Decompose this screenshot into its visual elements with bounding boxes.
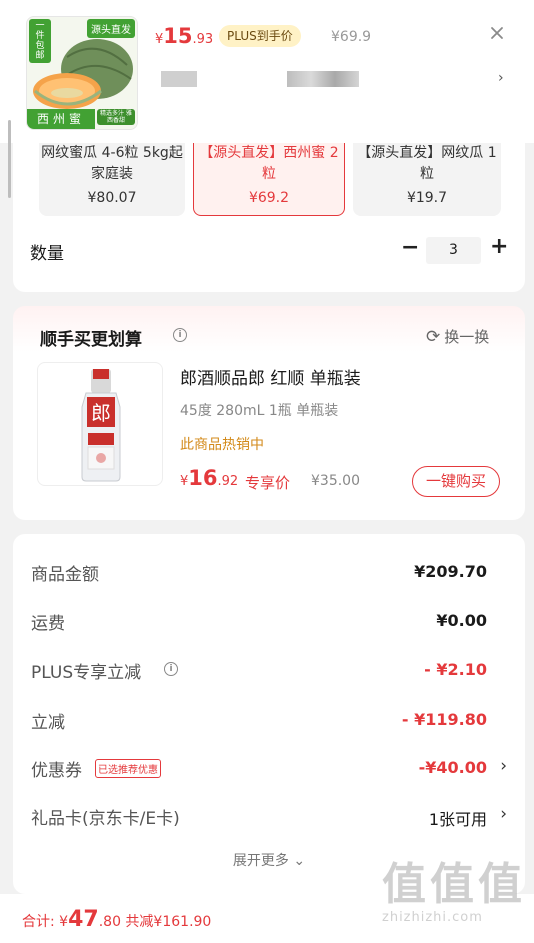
summary-label: 商品金额 xyxy=(31,565,99,585)
total-symbol: ¥ xyxy=(59,914,69,930)
price-integer: 15 xyxy=(163,24,193,48)
summary-value: ¥0.00 xyxy=(436,611,487,630)
total-price: 合计: ¥47.80 共减¥161.90 xyxy=(22,907,211,932)
summary-label: 运费 xyxy=(31,614,65,634)
product-thumbnail[interactable]: 一件包邮 源头直发 西州蜜 精选多汁 雅西香甜 xyxy=(26,16,138,130)
price-decimal: .92 xyxy=(217,474,239,489)
quantity-plus-button[interactable]: + xyxy=(490,235,508,259)
recommendation-card: 顺手买更划算 i ⟳ 换一换 郎 郎酒顺品郎 红顺 单瓶装 45度 280mL 1… xyxy=(13,306,525,520)
thumb-product-name: 西州蜜 xyxy=(27,109,95,129)
chevron-right-icon[interactable]: › xyxy=(500,756,507,776)
variant-price: ¥69.2 xyxy=(248,190,290,206)
swap-label: 换一换 xyxy=(444,328,490,346)
variant-selector: 网纹蜜瓜 4-6粒 5kg起 家庭装 ¥80.07 【源头直发】西州蜜 2粒 ¥… xyxy=(13,143,525,292)
summary-row-goods-amount: 商品金额 ¥209.70 xyxy=(13,560,525,585)
quantity-label: 数量 xyxy=(30,244,64,264)
product-header: 一件包邮 源头直发 西州蜜 精选多汁 雅西香甜 ¥15.93 PLUS到手价 ¥… xyxy=(0,0,534,198)
summary-row-shipping: 运费 ¥0.00 xyxy=(13,609,525,634)
svg-text:郎: 郎 xyxy=(91,401,111,425)
price-summary: 商品金额 ¥209.70 运费 ¥0.00 PLUS专享立减 i - ¥2.10… xyxy=(13,534,525,894)
summary-value: ¥209.70 xyxy=(414,562,487,581)
summary-value: -¥40.00 xyxy=(418,758,487,777)
quantity-minus-button[interactable]: − xyxy=(401,236,419,260)
source-direct-tag: 源头直发 xyxy=(87,19,135,38)
variant-option[interactable]: 网纹蜜瓜 4-6粒 5kg起 家庭装 ¥80.07 xyxy=(39,143,185,216)
original-price: ¥69.9 xyxy=(331,29,372,45)
variant-price: ¥19.7 xyxy=(406,190,448,206)
exclusive-price-tag: 专享价 xyxy=(245,474,291,492)
product-name[interactable]: 郎酒顺品郎 红顺 单瓶装 xyxy=(180,364,361,389)
recommended-coupon-badge: 已选推荐优惠 xyxy=(95,759,161,778)
swap-button[interactable]: ⟳ 换一换 xyxy=(426,326,489,347)
price-integer: 16 xyxy=(188,466,218,490)
total-integer: 47 xyxy=(68,907,99,932)
summary-row-instant-discount: 立减 - ¥119.80 xyxy=(13,708,525,733)
summary-row-gift-card[interactable]: 礼品卡(京东卡/E卡) 1张可用 › xyxy=(13,804,525,829)
summary-label: PLUS专享立减 xyxy=(31,663,142,683)
summary-value: 1张可用 xyxy=(428,810,487,829)
chevron-down-icon: ⌄ xyxy=(293,853,306,869)
plus-price-badge: PLUS到手价 xyxy=(219,25,301,47)
price-decimal: .93 xyxy=(192,32,214,47)
blurred-spec-right xyxy=(287,71,359,87)
total-label: 合计: xyxy=(22,914,60,930)
variant-title: 【源头直发】西州蜜 2粒 xyxy=(199,145,339,182)
summary-label: 优惠券 xyxy=(31,761,82,781)
refresh-icon: ⟳ xyxy=(426,327,441,347)
thumb-sub-badge: 精选多汁 雅西香甜 xyxy=(97,109,135,125)
info-icon[interactable]: i xyxy=(173,328,187,342)
summary-value: - ¥119.80 xyxy=(401,710,487,729)
total-decimal: .80 xyxy=(98,914,121,930)
hot-sale-label: 此商品热销中 xyxy=(180,437,264,453)
chevron-right-icon[interactable]: › xyxy=(500,804,507,824)
current-price: ¥15.93 xyxy=(155,24,213,48)
watermark-glyphs: 值值值 xyxy=(382,859,526,910)
total-saved: 共减¥161.90 xyxy=(120,914,212,930)
watermark-url: zhizhizhi.com xyxy=(382,910,483,925)
info-icon[interactable]: i xyxy=(164,662,178,676)
product-price: ¥16.92 xyxy=(180,466,238,490)
variant-option-selected[interactable]: 【源头直发】西州蜜 2粒 ¥69.2 xyxy=(193,143,345,216)
summary-value: - ¥2.10 xyxy=(424,660,487,679)
product-spec: 45度 280mL 1瓶 单瓶装 xyxy=(180,403,339,419)
liquor-bottle-image: 郎 xyxy=(81,369,121,482)
free-shipping-tag: 一件包邮 xyxy=(29,19,51,63)
variant-price: ¥80.07 xyxy=(87,190,137,206)
product-image[interactable]: 郎 xyxy=(37,362,163,486)
quantity-input[interactable]: 3 xyxy=(426,237,481,264)
close-icon[interactable] xyxy=(486,22,508,44)
summary-label: 立减 xyxy=(31,713,65,733)
blurred-spec-left xyxy=(161,71,197,87)
one-click-buy-button[interactable]: 一键购买 xyxy=(412,466,500,497)
site-watermark: 值值值 zhizhizhi.com xyxy=(382,860,532,940)
summary-label: 礼品卡(京东卡/E卡) xyxy=(31,809,180,829)
variant-title: 网纹蜜瓜 4-6粒 5kg起 家庭装 xyxy=(41,145,183,182)
summary-row-coupon[interactable]: 优惠券 已选推荐优惠 -¥40.00 › xyxy=(13,756,525,781)
variant-title: 【源头直发】网纹瓜 1粒 xyxy=(357,145,497,182)
summary-row-plus-discount: PLUS专享立减 i - ¥2.10 xyxy=(13,658,525,683)
scroll-indicator xyxy=(8,120,11,198)
variant-option[interactable]: 【源头直发】网纹瓜 1粒 ¥19.7 xyxy=(353,143,501,216)
chevron-right-icon[interactable]: › xyxy=(498,70,504,86)
product-original-price: ¥35.00 xyxy=(311,473,360,489)
recommendation-title: 顺手买更划算 xyxy=(40,330,142,350)
expand-more-label: 展开更多 xyxy=(232,853,289,869)
